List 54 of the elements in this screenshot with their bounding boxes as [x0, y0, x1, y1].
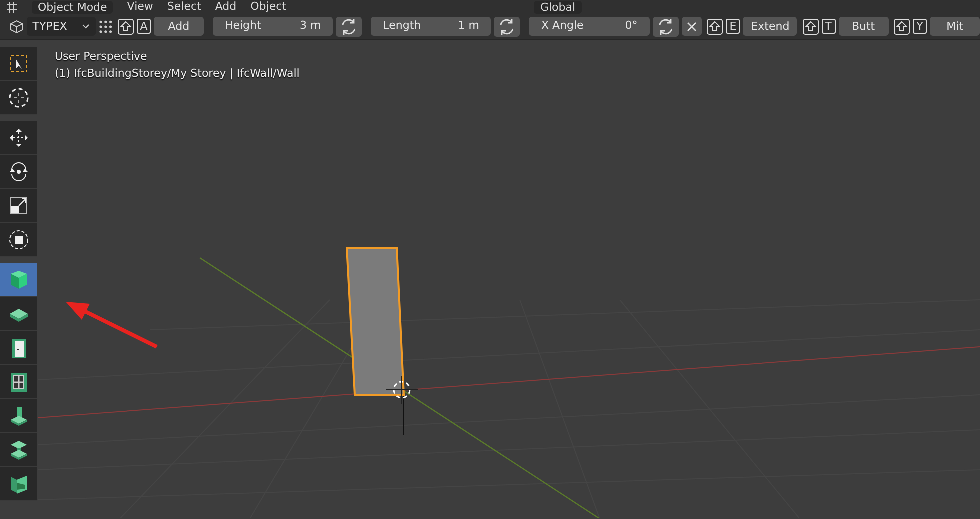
tool-button[interactable]: [0, 331, 37, 365]
move-icon: [8, 126, 30, 148]
type-dropdown[interactable]: TYPEX: [26, 17, 96, 36]
shift-key-icon: [118, 18, 134, 34]
mode-dropdown[interactable]: Object Mode: [32, 0, 114, 14]
menu-item[interactable]: View: [127, 0, 154, 14]
tool-button[interactable]: [0, 297, 37, 331]
tool-button[interactable]: Add: [154, 17, 204, 36]
menu-item[interactable]: Object: [250, 0, 286, 14]
tool-button[interactable]: [0, 81, 37, 115]
tool-button[interactable]: [0, 47, 37, 81]
tool-button[interactable]: [0, 399, 37, 433]
number-field[interactable]: X Angle 0°: [529, 17, 650, 36]
sync-button[interactable]: [494, 16, 520, 36]
rotate-icon: [8, 160, 30, 182]
caret-icon: [82, 24, 90, 29]
transform-icon: [8, 228, 30, 250]
number-field[interactable]: Height 3 m: [212, 17, 334, 36]
select-box-icon: [8, 52, 30, 74]
key-label: E: [726, 18, 740, 34]
wall-object[interactable]: [346, 247, 406, 396]
sync-button[interactable]: [652, 16, 679, 36]
tool-button[interactable]: [0, 467, 37, 501]
cursor-icon: [8, 86, 30, 108]
tool-button[interactable]: [0, 189, 37, 223]
tool-button[interactable]: Extend: [743, 17, 798, 36]
clear-button[interactable]: [682, 17, 702, 36]
tool-button[interactable]: Butt: [838, 17, 889, 36]
tool-button[interactable]: [0, 121, 37, 155]
orientation-dropdown[interactable]: Global: [534, 0, 582, 14]
tool-button[interactable]: [0, 223, 37, 257]
tool-button[interactable]: [0, 365, 37, 399]
menu-item[interactable]: Select: [167, 0, 202, 14]
tool-button[interactable]: [0, 263, 37, 297]
sync-button[interactable]: [336, 16, 362, 36]
grid-dots-icon[interactable]: [98, 20, 112, 34]
tool-button[interactable]: Mit: [930, 17, 980, 36]
close-icon: [686, 20, 698, 32]
viewport-info-text: (1) IfcBuildingStorey/My Storey | IfcWall/Wall: [55, 66, 300, 82]
tool-button[interactable]: [0, 433, 37, 467]
3d-cursor-icon: [386, 376, 418, 404]
shift-key-icon: [707, 18, 724, 34]
shift-key-icon: [894, 18, 910, 34]
key-label: T: [822, 18, 836, 34]
shift-key-icon: [802, 18, 819, 34]
scale-icon: [8, 194, 30, 216]
key-label: Y: [913, 18, 928, 34]
tool-button[interactable]: [0, 155, 37, 189]
key-label: A: [136, 18, 151, 34]
number-field[interactable]: Length 1 m: [371, 17, 492, 36]
menu-item[interactable]: Add: [215, 0, 237, 14]
viewport-info-text: User Perspective: [55, 49, 148, 65]
editor-type-icon[interactable]: [6, 2, 18, 12]
cube-icon: [10, 20, 24, 34]
